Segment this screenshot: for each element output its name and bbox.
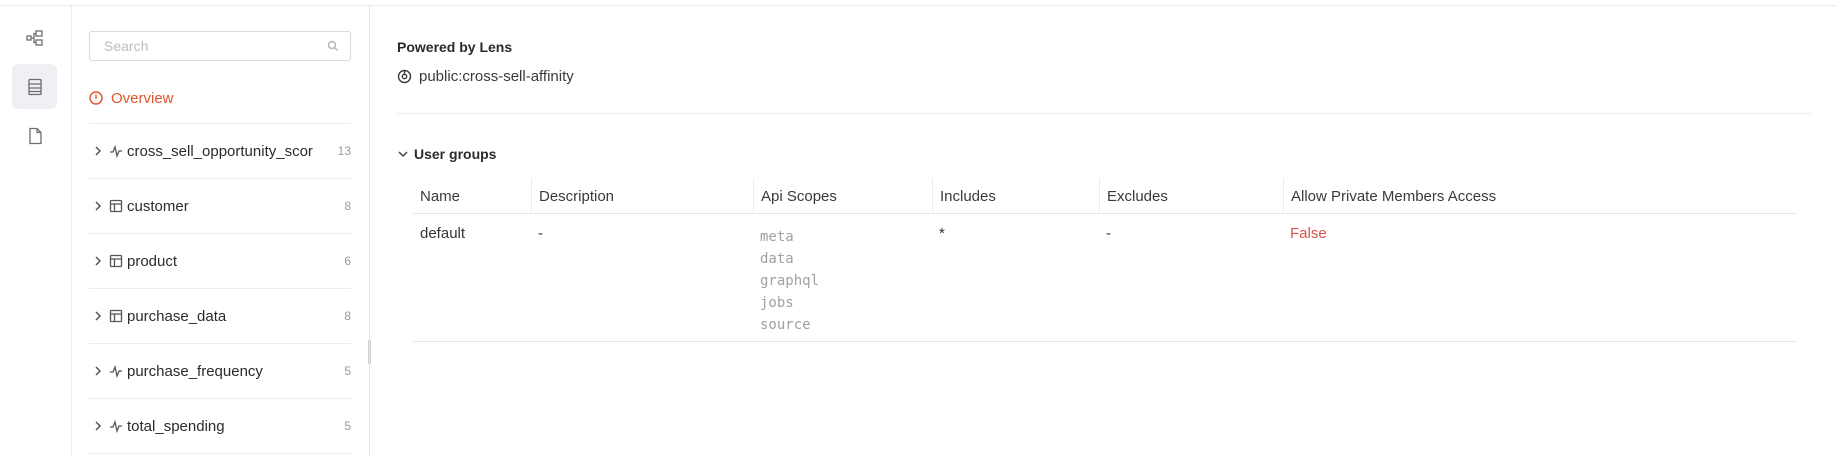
table-row: default - meta data graphql jobs source … xyxy=(413,214,1797,342)
tree-item-label: customer xyxy=(127,197,189,215)
table-icon xyxy=(109,199,123,213)
table-header: Name Description Api Scopes Includes Exc… xyxy=(413,178,1797,214)
table-view-button[interactable] xyxy=(12,64,57,109)
table-layout-icon xyxy=(27,78,42,95)
section-divider xyxy=(397,113,1811,114)
api-scope: source xyxy=(760,317,811,333)
column-header-allow-private-members-access: Allow Private Members Access xyxy=(1283,178,1496,214)
tree-item-label: purchase_frequency xyxy=(127,362,263,380)
table-icon xyxy=(109,309,123,323)
document-icon xyxy=(28,127,42,144)
api-scope: meta xyxy=(760,229,794,245)
tree-item-label: purchase_data xyxy=(127,307,227,325)
diagram-icon xyxy=(25,29,43,46)
column-header-name: Name xyxy=(420,187,461,205)
column-header-api-scopes: Api Scopes xyxy=(753,178,837,214)
chevron-right-icon[interactable] xyxy=(91,199,105,213)
user-groups-title: User groups xyxy=(414,146,497,162)
sidebar: Overview cross_sell_opportunity_scor 13 … xyxy=(73,6,370,457)
view-pulse-icon xyxy=(110,419,122,433)
lens-name: public:cross-sell-affinity xyxy=(419,68,574,85)
tree-item-label: product xyxy=(127,252,178,270)
search-icon xyxy=(327,40,339,52)
tree-item-label: cross_sell_opportunity_scor xyxy=(127,142,313,160)
lens-icon xyxy=(397,69,412,84)
view-pulse-icon xyxy=(110,144,122,158)
tree-item-purchase-data[interactable]: purchase_data 8 xyxy=(89,288,351,343)
column-header-includes: Includes xyxy=(932,178,996,214)
cell-api-scopes: meta data graphql jobs source xyxy=(753,226,819,336)
user-groups-table: Name Description Api Scopes Includes Exc… xyxy=(413,178,1797,342)
chevron-right-icon[interactable] xyxy=(91,419,105,433)
powered-by-label: Powered by Lens xyxy=(397,39,513,55)
tree-item-count: 5 xyxy=(344,364,351,378)
cell-name: default xyxy=(420,225,466,242)
cell-includes: * xyxy=(939,225,945,242)
cell-description: - xyxy=(538,225,543,242)
cell-excludes: - xyxy=(1106,225,1111,242)
document-view-button[interactable] xyxy=(12,113,57,158)
tree-item-label: total_spending xyxy=(127,417,225,435)
user-groups-toggle[interactable]: User groups xyxy=(397,146,496,162)
info-icon xyxy=(89,91,103,105)
column-header-excludes: Excludes xyxy=(1099,178,1168,214)
column-header-description: Description xyxy=(531,178,614,214)
table-icon xyxy=(109,254,123,268)
tree-item-count: 8 xyxy=(344,199,351,213)
overview-label: Overview xyxy=(111,89,174,107)
chevron-right-icon[interactable] xyxy=(91,364,105,378)
tree-item-count: 6 xyxy=(344,254,351,268)
entity-tree: cross_sell_opportunity_scor 13 customer … xyxy=(89,123,351,457)
search-box xyxy=(89,31,351,61)
tree-item-purchase-frequency[interactable]: purchase_frequency 5 xyxy=(89,343,351,398)
tree-item-customer[interactable]: customer 8 xyxy=(89,178,351,233)
api-scope: jobs xyxy=(760,295,794,311)
main-panel: Powered by Lens public:cross-sell-affini… xyxy=(371,6,1836,457)
chevron-right-icon[interactable] xyxy=(91,144,105,158)
chevron-right-icon[interactable] xyxy=(91,309,105,323)
view-pulse-icon xyxy=(110,364,122,378)
search-input[interactable] xyxy=(90,32,320,60)
api-scope: data xyxy=(760,251,794,267)
overview-link[interactable]: Overview xyxy=(89,88,174,108)
chevron-down-icon xyxy=(398,151,408,158)
icon-rail xyxy=(0,6,72,457)
lens-identifier: public:cross-sell-affinity xyxy=(397,68,574,85)
tree-item-count: 5 xyxy=(344,419,351,433)
tree-item-total-spending[interactable]: total_spending 5 xyxy=(89,398,351,453)
tree-item-count: 13 xyxy=(337,144,351,158)
chevron-right-icon[interactable] xyxy=(91,254,105,268)
api-scope: graphql xyxy=(760,273,820,289)
cell-allow-private-members-access: False xyxy=(1290,225,1327,242)
tree-bottom-divider xyxy=(89,453,351,457)
tree-item-count: 8 xyxy=(344,309,351,323)
tree-item-cross-sell-opportunity-score[interactable]: cross_sell_opportunity_scor 13 xyxy=(89,123,351,178)
tree-item-product[interactable]: product 6 xyxy=(89,233,351,288)
diagram-view-button[interactable] xyxy=(12,15,57,60)
